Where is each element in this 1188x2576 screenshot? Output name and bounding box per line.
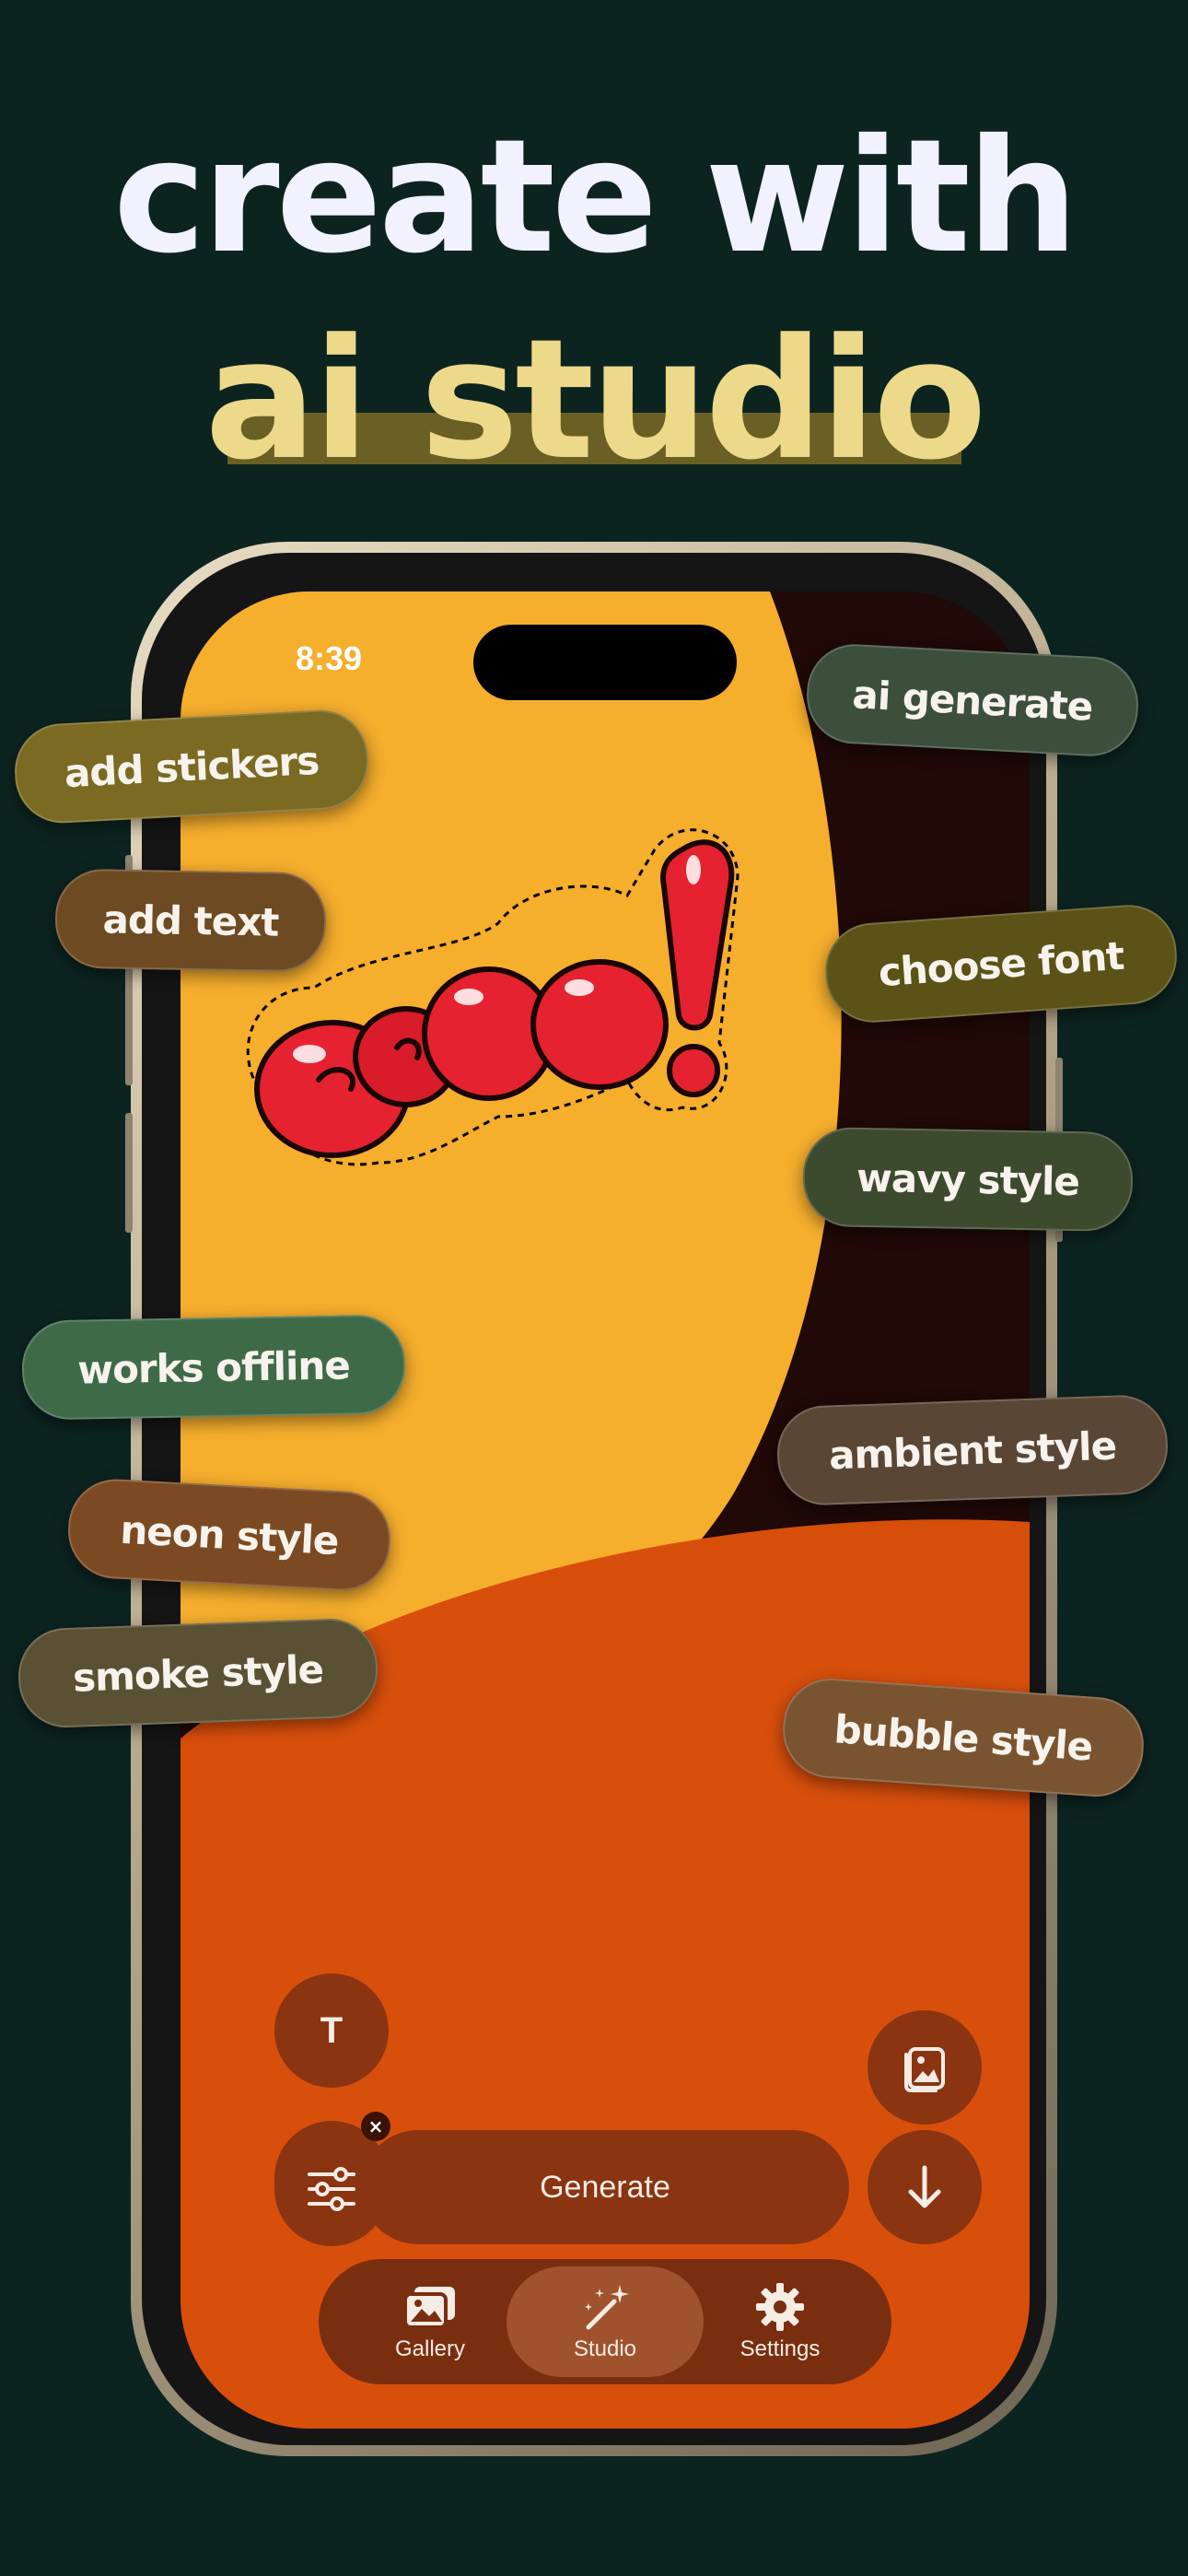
gear-icon bbox=[756, 2283, 804, 2331]
gallery-icon bbox=[403, 2287, 455, 2329]
feature-pill-neon-style: neon style bbox=[65, 1476, 393, 1594]
download-button[interactable] bbox=[868, 2130, 982, 2244]
status-time: 8:39 bbox=[296, 639, 363, 677]
image-stack-button[interactable] bbox=[868, 2010, 982, 2125]
remove-sticker-button[interactable]: × bbox=[361, 2112, 390, 2141]
headline-line1: create with bbox=[113, 106, 1078, 288]
headline-line2: ai studio bbox=[204, 304, 986, 497]
feature-pill-ambient-style: ambient style bbox=[775, 1393, 1170, 1507]
feature-pill-add-text: add text bbox=[54, 868, 327, 973]
tab-label-studio: Studio bbox=[573, 2336, 637, 2361]
arrow-down-icon bbox=[908, 2165, 941, 2208]
tab-studio[interactable]: Studio bbox=[507, 2266, 704, 2377]
feature-pill-smoke-style: smoke style bbox=[17, 1617, 379, 1729]
dynamic-island bbox=[473, 625, 737, 700]
tab-label-gallery: Gallery bbox=[394, 2336, 466, 2361]
tab-bar: Gallery Studio Settings bbox=[319, 2259, 891, 2384]
tab-settings[interactable]: Settings bbox=[681, 2266, 879, 2377]
feature-pill-works-offline: works offline bbox=[21, 1314, 406, 1421]
oops-sticker[interactable] bbox=[222, 813, 775, 1200]
close-icon: × bbox=[367, 2115, 384, 2137]
generate-button[interactable]: Generate bbox=[361, 2130, 849, 2244]
feature-pill-wavy-style: wavy style bbox=[802, 1126, 1134, 1233]
phone-volume-up bbox=[125, 966, 133, 1085]
tab-label-settings: Settings bbox=[740, 2336, 821, 2361]
image-stack-icon bbox=[904, 2047, 945, 2092]
feature-pill-ai-generate: ai generate bbox=[804, 641, 1141, 759]
sliders-icon bbox=[308, 2167, 355, 2211]
text-tool-label: T bbox=[320, 2009, 344, 2051]
phone-volume-down bbox=[125, 1113, 133, 1233]
feature-pill-add-stickers: add stickers bbox=[12, 708, 371, 825]
tab-gallery[interactable]: Gallery bbox=[332, 2266, 529, 2377]
magic-wand-icon bbox=[585, 2285, 629, 2330]
add-text-button[interactable]: T bbox=[274, 1973, 389, 2088]
